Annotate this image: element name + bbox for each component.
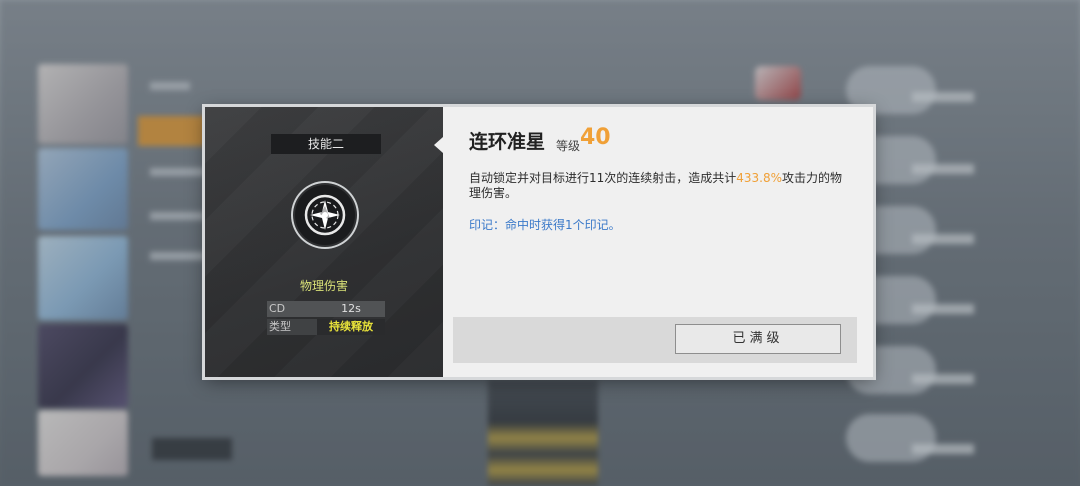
stat-cooldown: CD 12s — [267, 301, 385, 317]
stat-type: 类型 持续释放 — [267, 319, 385, 335]
description-text: 自动锁定并对目标进行11次的连续射击，造成共计 — [469, 171, 737, 185]
pointer-arrow — [434, 137, 443, 153]
action-footer: 已满级 — [453, 317, 857, 363]
level-value: 40 — [580, 125, 611, 150]
cd-label: CD — [269, 302, 286, 315]
damage-percent: 433.8% — [736, 171, 783, 185]
skill-info-panel: 连环准星 等级 40 自动锁定并对目标进行11次的连续射击，造成共计433.8%… — [443, 107, 873, 377]
skill-summary-panel: 技能二 物理伤害 CD 12s 类型 持续释放 — [205, 107, 443, 377]
type-label: 类型 — [269, 320, 291, 333]
level-label: 等级 — [556, 139, 581, 153]
max-level-button[interactable]: 已满级 — [675, 324, 841, 354]
damage-type: 物理伤害 — [299, 279, 348, 293]
skill-detail-modal: 技能二 物理伤害 CD 12s 类型 持续释放 连环准星 等级 40 自动锁定并… — [205, 107, 873, 377]
skill-description: 自动锁定并对目标进行11次的连续射击，造成共计433.8%攻击力的物理伤害。 — [469, 171, 849, 201]
skill-name: 连环准星 — [469, 131, 546, 153]
crosshair-burst-icon — [291, 181, 359, 249]
type-value: 持续释放 — [317, 319, 385, 335]
cd-value: 12s — [341, 302, 361, 315]
mark-effect: 印记：命中时获得1个印记。 — [469, 218, 621, 232]
skill-slot-label: 技能二 — [271, 134, 381, 154]
